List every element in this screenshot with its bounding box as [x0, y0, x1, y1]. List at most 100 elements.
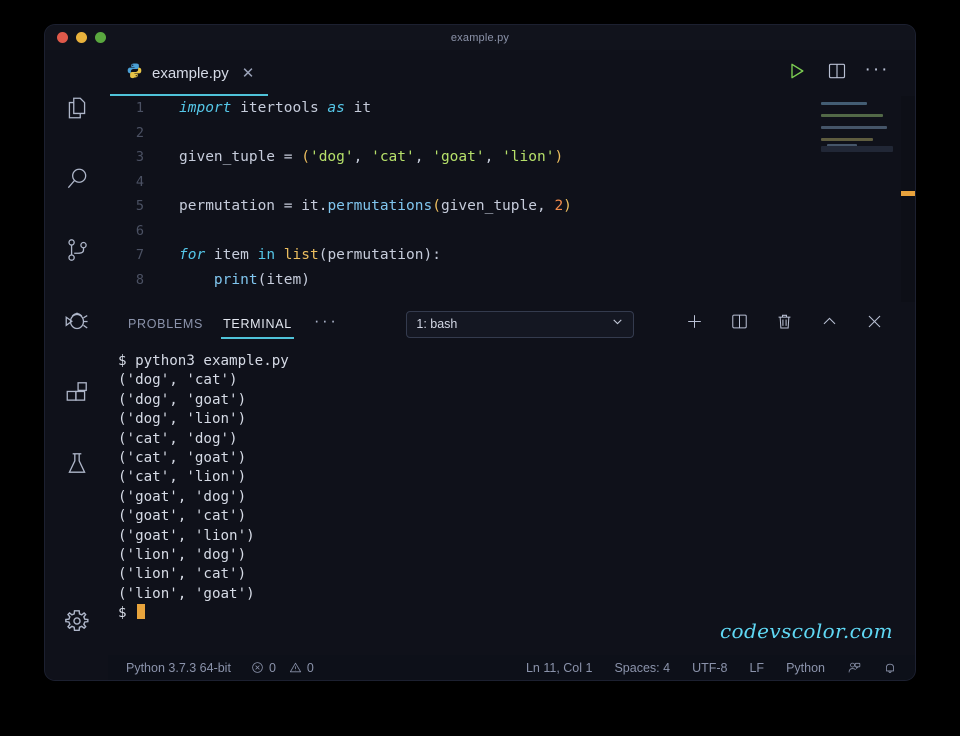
terminal-line: ('lion', 'goat'): [118, 585, 255, 602]
status-language-mode[interactable]: Python: [786, 661, 825, 675]
minimap[interactable]: [821, 102, 893, 157]
code-token: ,: [536, 198, 555, 214]
sidebar-item-run-debug[interactable]: [45, 285, 108, 356]
code-token: print: [213, 271, 258, 288]
status-feedback[interactable]: [847, 661, 861, 675]
code-token: permutation: [179, 198, 284, 214]
minimap-slider[interactable]: [821, 146, 893, 152]
code-token: =: [283, 198, 302, 214]
terminal-line: ('cat', 'lion'): [118, 469, 247, 486]
tab-terminal-label: TERMINAL: [223, 317, 292, 331]
editor-more-actions-button[interactable]: ···: [857, 50, 897, 96]
flask-icon: [64, 450, 90, 476]
sidebar-item-search[interactable]: [45, 143, 108, 214]
code-line: 1 import itertools as it: [108, 96, 915, 121]
minimize-window-button[interactable]: [76, 32, 87, 43]
line-number: 8: [135, 271, 144, 288]
code-token: 'goat': [432, 149, 485, 165]
chevron-up-icon: [820, 312, 839, 336]
line-number: 6: [135, 222, 144, 239]
status-cursor-position[interactable]: Ln 11, Col 1: [526, 661, 592, 675]
code-text: given_tuple = ('dog', 'cat', 'goat', 'li…: [158, 145, 563, 170]
tab-problems-label: PROBLEMS: [128, 317, 204, 331]
sidebar-item-source-control[interactable]: [45, 214, 108, 285]
plus-icon: [685, 312, 704, 336]
close-icon[interactable]: ✕: [242, 66, 255, 81]
warning-icon: [289, 661, 302, 674]
kill-terminal-button[interactable]: [762, 302, 807, 346]
code-token: (: [432, 198, 441, 214]
terminal-output[interactable]: $ python3 example.py ('dog', 'cat') ('dog'…: [108, 346, 915, 655]
new-terminal-button[interactable]: [672, 302, 717, 346]
code-editor[interactable]: 1 import itertools as it 2 3 given_tuple = (…: [108, 96, 915, 302]
status-python-version[interactable]: Python 3.7.3 64-bit: [126, 661, 231, 675]
code-token: 'lion': [502, 149, 555, 165]
chevron-down-icon: [611, 315, 624, 333]
status-notifications[interactable]: [883, 661, 897, 675]
status-encoding[interactable]: UTF-8: [692, 661, 727, 675]
code-text: permutation = it.permutations(given_tupl…: [158, 194, 572, 219]
tab-terminal[interactable]: TERMINAL: [213, 302, 302, 346]
vscode-window: example.py example.py ✕ ··· 1 import ite…: [45, 25, 915, 680]
line-number: 2: [135, 124, 144, 141]
code-line: 3 given_tuple = ('dog', 'cat', 'goat', 'l…: [108, 145, 915, 170]
editor-actions: ···: [777, 50, 915, 96]
close-icon: [865, 312, 884, 336]
code-text: import itertools as it: [158, 96, 371, 121]
status-indentation[interactable]: Spaces: 4: [614, 661, 670, 675]
maximize-panel-button[interactable]: [807, 302, 852, 346]
code-token: permutations: [327, 198, 433, 214]
trash-icon: [775, 312, 794, 336]
line-number: 3: [135, 149, 144, 165]
overview-ruler[interactable]: [901, 96, 915, 302]
tab-problems[interactable]: PROBLEMS: [118, 302, 213, 346]
main-area: example.py ✕ ··· 1 import itertools as i…: [108, 50, 915, 680]
window-title: example.py: [450, 31, 510, 44]
code-line: 7 for item in list(permutation):: [108, 243, 915, 268]
terminal-selector-dropdown[interactable]: 1: bash: [406, 310, 635, 338]
sidebar-item-testing[interactable]: [45, 427, 108, 498]
code-token: ,: [414, 149, 433, 165]
line-number: 1: [135, 100, 144, 116]
terminal-line: ('dog', 'cat'): [118, 372, 238, 389]
run-file-button[interactable]: [777, 50, 817, 96]
code-line: 5 permutation = it.permutations(given_tup…: [108, 194, 915, 219]
close-panel-button[interactable]: [852, 302, 897, 346]
debug-icon: [63, 307, 91, 335]
code-text: for item in list(permutation):: [158, 243, 441, 268]
warning-count: 0: [306, 660, 314, 675]
tab-example-py[interactable]: example.py ✕: [108, 50, 270, 96]
split-icon: [730, 312, 749, 336]
line-number: 5: [135, 198, 144, 214]
status-bar: Python 3.7.3 64-bit 0 0 Ln 11, Col 1 Spa…: [108, 655, 915, 680]
panel-tab-underline: [221, 337, 294, 339]
code-token: given_tuple: [440, 198, 537, 214]
code-line: 6: [108, 219, 915, 244]
gear-icon: [64, 608, 90, 634]
sidebar-item-settings[interactable]: [45, 585, 108, 680]
panel-actions: [672, 302, 915, 346]
terminal-line: ('lion', 'cat'): [118, 566, 247, 583]
terminal-line: ('cat', 'dog'): [118, 430, 238, 447]
close-window-button[interactable]: [57, 32, 68, 43]
code-lines: 1 import itertools as it 2 3 given_tuple = (…: [108, 96, 915, 292]
sidebar-item-extensions[interactable]: [45, 356, 108, 427]
status-eol[interactable]: LF: [749, 661, 764, 675]
split-editor-button[interactable]: [817, 50, 857, 96]
sidebar-item-explorer[interactable]: [45, 72, 108, 143]
panel-more-actions-button[interactable]: ···: [302, 312, 350, 329]
split-terminal-button[interactable]: [717, 302, 762, 346]
zoom-window-button[interactable]: [95, 32, 106, 43]
terminal-line: ('dog', 'lion'): [118, 411, 247, 428]
status-problems[interactable]: 0 0: [251, 661, 314, 675]
title-bar: example.py: [45, 25, 915, 50]
terminal-lines: $ python3 example.py ('dog', 'cat') ('dog'…: [118, 352, 915, 604]
code-token: in: [257, 247, 276, 263]
code-line: 8 print(item): [108, 268, 915, 293]
code-line: 4: [108, 170, 915, 195]
code-token: ): [563, 198, 572, 214]
ruler-marker: [901, 191, 915, 196]
